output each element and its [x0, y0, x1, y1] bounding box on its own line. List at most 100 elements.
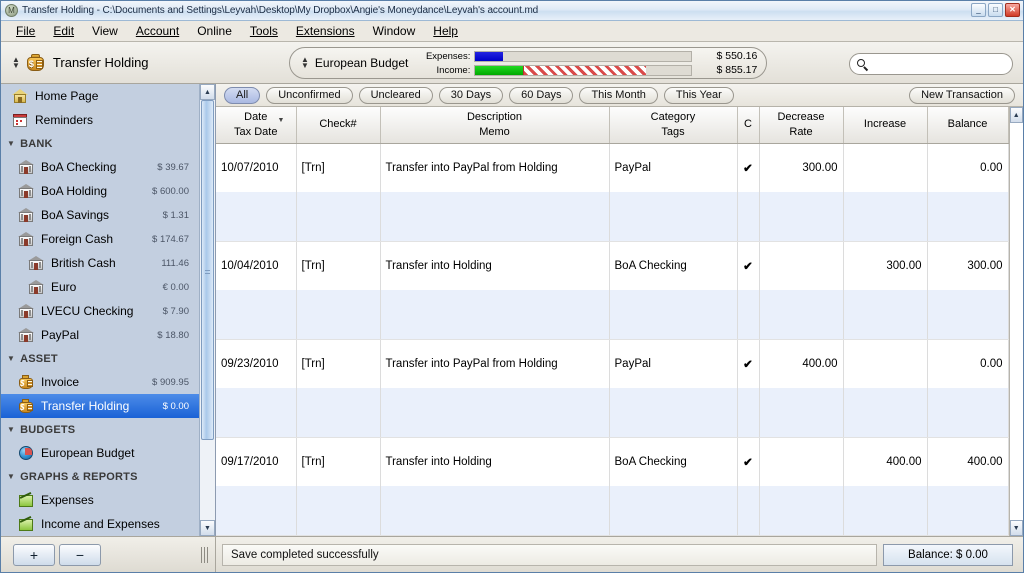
transaction-tags[interactable]	[609, 388, 738, 438]
transaction-cleared[interactable]: ✔	[737, 339, 760, 389]
transaction-increase[interactable]	[843, 339, 928, 389]
table-row[interactable]: 09/17/2010 [Trn] Transfer into Holding BoA …	[216, 437, 1009, 487]
transaction-tax-date[interactable]	[216, 486, 297, 536]
transaction-increase-secondary[interactable]	[843, 290, 928, 340]
menu-file[interactable]: File	[7, 22, 44, 40]
transaction-check-secondary[interactable]	[296, 388, 381, 438]
transaction-cleared[interactable]: ✔	[737, 437, 760, 487]
transaction-check-secondary[interactable]	[296, 290, 381, 340]
column-header-category[interactable]: Category Tags	[609, 107, 738, 144]
sidebar-group-graphs-reports[interactable]: ▼ GRAPHS & REPORTS	[1, 465, 199, 488]
menu-window[interactable]: Window	[364, 22, 425, 40]
table-row-secondary[interactable]	[216, 290, 1009, 340]
triangle-down-icon[interactable]: ▼	[7, 425, 15, 434]
column-header-date[interactable]: Date ▼ Tax Date	[216, 107, 297, 144]
transaction-decrease[interactable]: 300.00	[759, 143, 844, 193]
transaction-tax-date[interactable]	[216, 192, 297, 242]
transaction-cleared-secondary[interactable]	[737, 192, 760, 242]
menu-extensions[interactable]: Extensions	[287, 22, 364, 40]
triangle-down-icon[interactable]: ▼	[7, 472, 15, 481]
sidebar-group-asset[interactable]: ▼ ASSET	[1, 347, 199, 370]
transaction-date[interactable]: 09/23/2010	[216, 339, 297, 389]
up-down-arrows-icon[interactable]: ▲ ▼	[12, 55, 20, 69]
table-row-secondary[interactable]	[216, 388, 1009, 438]
sidebar-item-british-cash[interactable]: British Cash 111.46	[1, 251, 199, 275]
transaction-category[interactable]: BoA Checking	[609, 437, 738, 487]
transaction-check-secondary[interactable]	[296, 486, 381, 536]
minimize-button[interactable]: _	[971, 3, 986, 17]
menu-help[interactable]: Help	[424, 22, 467, 40]
sidebar-item-expenses[interactable]: Expenses	[1, 488, 199, 512]
search-input[interactable]	[872, 57, 1002, 71]
transaction-cleared-secondary[interactable]	[737, 388, 760, 438]
sidebar-scroll-thumb[interactable]	[201, 100, 214, 440]
transaction-date[interactable]: 09/17/2010	[216, 437, 297, 487]
transaction-balance-secondary[interactable]	[927, 290, 1009, 340]
scroll-up-icon[interactable]: ▲	[200, 84, 215, 100]
register-scroll-track[interactable]	[1009, 123, 1023, 520]
transaction-memo[interactable]	[380, 192, 610, 242]
transaction-balance[interactable]: 0.00	[927, 339, 1009, 389]
close-button[interactable]: ✕	[1005, 3, 1020, 17]
transaction-rate[interactable]	[759, 486, 844, 536]
filter-unconfirmed[interactable]: Unconfirmed	[266, 86, 353, 104]
column-header-description[interactable]: Description Memo	[380, 107, 610, 144]
new-transaction-button[interactable]: New Transaction	[909, 86, 1015, 104]
sidebar-item-income-and-expenses[interactable]: Income and Expenses	[1, 512, 199, 536]
scroll-down-icon[interactable]: ▼	[200, 520, 215, 536]
maximize-button[interactable]: □	[988, 3, 1003, 17]
transaction-decrease[interactable]	[759, 437, 844, 487]
transaction-cleared-secondary[interactable]	[737, 290, 760, 340]
transaction-balance[interactable]: 300.00	[927, 241, 1009, 291]
register-scroll-down-icon[interactable]: ▼	[1009, 520, 1023, 536]
table-row-secondary[interactable]	[216, 192, 1009, 242]
table-row[interactable]: 10/07/2010 [Trn] Transfer into PayPal from…	[216, 143, 1009, 193]
transaction-balance[interactable]: 400.00	[927, 437, 1009, 487]
transaction-tags[interactable]	[609, 192, 738, 242]
sidebar-item-reminders[interactable]: Reminders	[1, 108, 199, 132]
transaction-check-secondary[interactable]	[296, 192, 381, 242]
register-scrollbar[interactable]: ▲ ▼	[1008, 107, 1023, 536]
transaction-increase[interactable]: 400.00	[843, 437, 928, 487]
transaction-description[interactable]: Transfer into Holding	[380, 437, 610, 487]
transaction-description[interactable]: Transfer into PayPal from Holding	[380, 143, 610, 193]
transaction-memo[interactable]	[380, 388, 610, 438]
transaction-cleared[interactable]: ✔	[737, 143, 760, 193]
transaction-balance-secondary[interactable]	[927, 192, 1009, 242]
sidebar-item-foreign-cash[interactable]: Foreign Cash $ 174.67	[1, 227, 199, 251]
filter-all[interactable]: All	[224, 86, 261, 104]
transaction-category[interactable]: BoA Checking	[609, 241, 738, 291]
transaction-description[interactable]: Transfer into PayPal from Holding	[380, 339, 610, 389]
search-box[interactable]	[849, 53, 1013, 75]
transaction-description[interactable]: Transfer into Holding	[380, 241, 610, 291]
transaction-increase-secondary[interactable]	[843, 192, 928, 242]
filter-60-days[interactable]: 60 Days	[509, 86, 574, 104]
menu-view[interactable]: View	[83, 22, 127, 40]
add-account-button[interactable]: +	[13, 543, 55, 566]
budget-selector-icon[interactable]: ▲ ▼	[301, 56, 309, 70]
transaction-decrease[interactable]: 400.00	[759, 339, 844, 389]
menu-online[interactable]: Online	[188, 22, 241, 40]
transaction-rate[interactable]	[759, 192, 844, 242]
splitter-grip[interactable]	[201, 546, 209, 563]
sidebar-item-boa-savings[interactable]: BoA Savings $ 1.31	[1, 203, 199, 227]
remove-account-button[interactable]: −	[59, 543, 101, 566]
transaction-increase[interactable]	[843, 143, 928, 193]
transaction-category[interactable]: PayPal	[609, 339, 738, 389]
transaction-balance-secondary[interactable]	[927, 486, 1009, 536]
sidebar-item-lvecu-checking[interactable]: LVECU Checking $ 7.90	[1, 299, 199, 323]
transaction-cleared[interactable]: ✔	[737, 241, 760, 291]
transaction-check[interactable]: [Trn]	[296, 241, 381, 291]
transaction-memo[interactable]	[380, 486, 610, 536]
transaction-tags[interactable]	[609, 486, 738, 536]
transaction-check[interactable]: [Trn]	[296, 437, 381, 487]
filter-30-days[interactable]: 30 Days	[438, 86, 504, 104]
transaction-category[interactable]: PayPal	[609, 143, 738, 193]
sidebar-group-budgets[interactable]: ▼ BUDGETS	[1, 418, 199, 441]
transaction-check[interactable]: [Trn]	[296, 143, 381, 193]
table-row[interactable]: 09/23/2010 [Trn] Transfer into PayPal from…	[216, 339, 1009, 389]
menu-account[interactable]: Account	[127, 22, 188, 40]
filter-this-month[interactable]: This Month	[579, 86, 658, 104]
transaction-balance-secondary[interactable]	[927, 388, 1009, 438]
transaction-cleared-secondary[interactable]	[737, 486, 760, 536]
